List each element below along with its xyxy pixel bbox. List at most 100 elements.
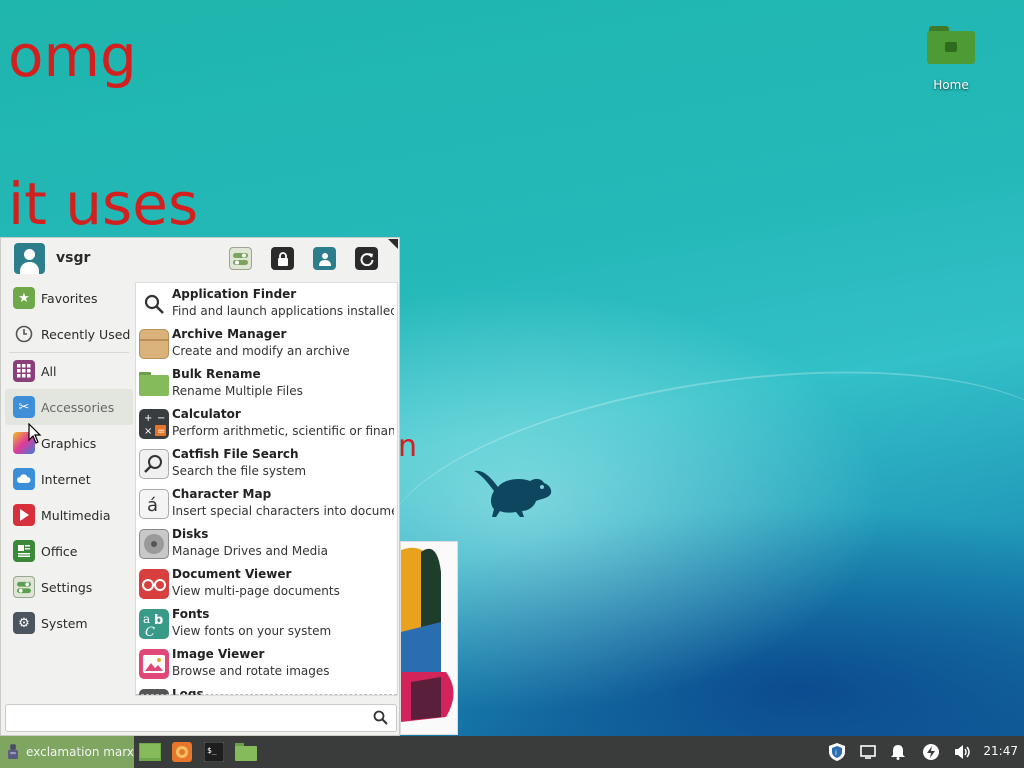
log-out-button[interactable]	[355, 247, 378, 270]
app-item-application-finder[interactable]: Application Finder Find and launch appli…	[136, 283, 397, 323]
app-item-disks[interactable]: Disks Manage Drives and Media	[136, 523, 397, 563]
lock-icon	[277, 251, 288, 266]
category-multimedia[interactable]: Multimedia	[5, 497, 133, 533]
whisker-menu: vsgr ★ Favorites Recently Used All ✂ Acc…	[0, 237, 400, 736]
browser-icon	[172, 742, 192, 762]
character-map-icon: á	[139, 489, 169, 519]
switch-user-button[interactable]	[313, 247, 336, 270]
notifications-tray-button[interactable]	[888, 742, 908, 762]
category-label: Graphics	[41, 435, 97, 451]
applications-menu-icon	[8, 744, 18, 760]
background-window[interactable]	[400, 541, 458, 735]
menu-search-box[interactable]	[5, 704, 397, 732]
app-item-character-map[interactable]: á Character Map Insert special character…	[136, 483, 397, 523]
settings-manager-button[interactable]	[229, 247, 252, 270]
app-description: Manage Drives and Media	[172, 544, 328, 558]
app-name: Image Viewer	[172, 647, 265, 661]
display-tray-button[interactable]	[858, 742, 878, 762]
svg-text:×: ×	[144, 426, 152, 437]
app-item-fonts[interactable]: abC Fonts View fonts on your system	[136, 603, 397, 643]
calculator-icon: + − × =	[139, 409, 169, 439]
app-item-document-viewer[interactable]: Document Viewer View multi-page document…	[136, 563, 397, 603]
category-label: Settings	[41, 579, 93, 595]
app-item-calculator[interactable]: + − × = Calculator Perform arithmetic, s…	[136, 403, 397, 443]
category-graphics[interactable]: Graphics	[5, 425, 133, 461]
image-viewer-icon	[139, 649, 169, 679]
app-name: Disks	[172, 527, 209, 541]
category-label: Accessories	[41, 399, 115, 415]
app-description: Browse and rotate images	[172, 664, 330, 678]
category-recently-used[interactable]: Recently Used	[5, 316, 133, 352]
taskbar: exclamation marx $_ i 21:47	[0, 736, 1024, 768]
app-name: Character Map	[172, 487, 272, 501]
app-name: Application Finder	[172, 287, 297, 301]
settings-toggle-icon	[13, 576, 35, 598]
applications-menu-button[interactable]: exclamation marx	[0, 736, 134, 768]
category-favorites[interactable]: ★ Favorites	[5, 280, 133, 316]
app-name: Bulk Rename	[172, 367, 261, 381]
clock[interactable]: 21:47	[983, 744, 1018, 758]
category-settings[interactable]: Settings	[5, 569, 133, 605]
category-accessories[interactable]: ✂ Accessories	[5, 389, 133, 425]
desktop-icon	[139, 743, 161, 761]
disk-icon	[139, 529, 169, 559]
folder-icon	[235, 743, 257, 761]
office-icon	[13, 540, 35, 562]
search-input[interactable]	[12, 709, 362, 729]
list-scroll-edge	[136, 689, 397, 695]
app-name: Document Viewer	[172, 567, 292, 581]
svg-text:b: b	[154, 613, 163, 628]
show-desktop-launcher[interactable]	[139, 742, 161, 762]
category-system[interactable]: ⚙ System	[5, 605, 133, 641]
application-list: Application Finder Find and launch appli…	[135, 282, 398, 696]
app-description: Perform arithmetic, scientific or finan.…	[172, 424, 394, 438]
category-label: All	[41, 363, 57, 379]
app-description: Rename Multiple Files	[172, 384, 303, 398]
user-avatar-icon	[14, 243, 45, 274]
terminal-launcher[interactable]: $_	[203, 742, 225, 762]
web-browser-launcher[interactable]	[171, 742, 193, 762]
terminal-icon: $_	[204, 742, 224, 762]
app-name: Catfish File Search	[172, 447, 299, 461]
desktop-wave	[366, 332, 1024, 668]
mouse-pointer-icon	[28, 423, 42, 444]
app-item-catfish-file-search[interactable]: Catfish File Search Search the file syst…	[136, 443, 397, 483]
svg-text:á: á	[147, 495, 158, 515]
svg-text:$_: $_	[207, 746, 217, 755]
power-tray-button[interactable]	[920, 742, 942, 762]
volume-icon	[955, 745, 970, 759]
desktop-home-label: Home	[933, 78, 969, 92]
lock-screen-button[interactable]	[271, 247, 294, 270]
svg-text:i: i	[835, 749, 837, 757]
grid-icon	[13, 360, 35, 382]
category-label: Recently Used	[41, 326, 131, 342]
desktop-text-partial: n	[398, 429, 418, 464]
category-office[interactable]: Office	[5, 533, 133, 569]
search-icon	[139, 289, 169, 319]
file-manager-launcher[interactable]	[235, 742, 257, 762]
app-description: Insert special characters into docume...	[172, 504, 394, 518]
desktop-home-icon[interactable]: Home	[918, 26, 984, 92]
app-description: Create and modify an archive	[172, 344, 350, 358]
app-description: View fonts on your system	[172, 624, 332, 638]
app-item-image-viewer[interactable]: Image Viewer Browse and rotate images	[136, 643, 397, 683]
settings-icon	[233, 252, 248, 265]
category-label: Office	[41, 543, 78, 559]
desktop-text-it-uses: it uses	[8, 170, 199, 238]
svg-text:=: =	[157, 426, 165, 437]
folder-icon	[139, 369, 169, 399]
volume-tray-button[interactable]	[952, 742, 974, 762]
background-window-logo	[401, 547, 454, 722]
accessories-icon: ✂	[13, 396, 35, 418]
cloud-icon	[13, 468, 35, 490]
username-label: vsgr	[56, 250, 91, 266]
category-label: Internet	[41, 471, 91, 487]
app-item-bulk-rename[interactable]: Bulk Rename Rename Multiple Files	[136, 363, 397, 403]
power-icon	[923, 744, 939, 760]
app-item-archive-manager[interactable]: Archive Manager Create and modify an arc…	[136, 323, 397, 363]
category-all[interactable]: All	[5, 353, 133, 389]
updates-tray-button[interactable]: i	[826, 742, 848, 762]
app-description: View multi-page documents	[172, 584, 340, 598]
category-internet[interactable]: Internet	[5, 461, 133, 497]
bell-icon	[891, 745, 905, 760]
